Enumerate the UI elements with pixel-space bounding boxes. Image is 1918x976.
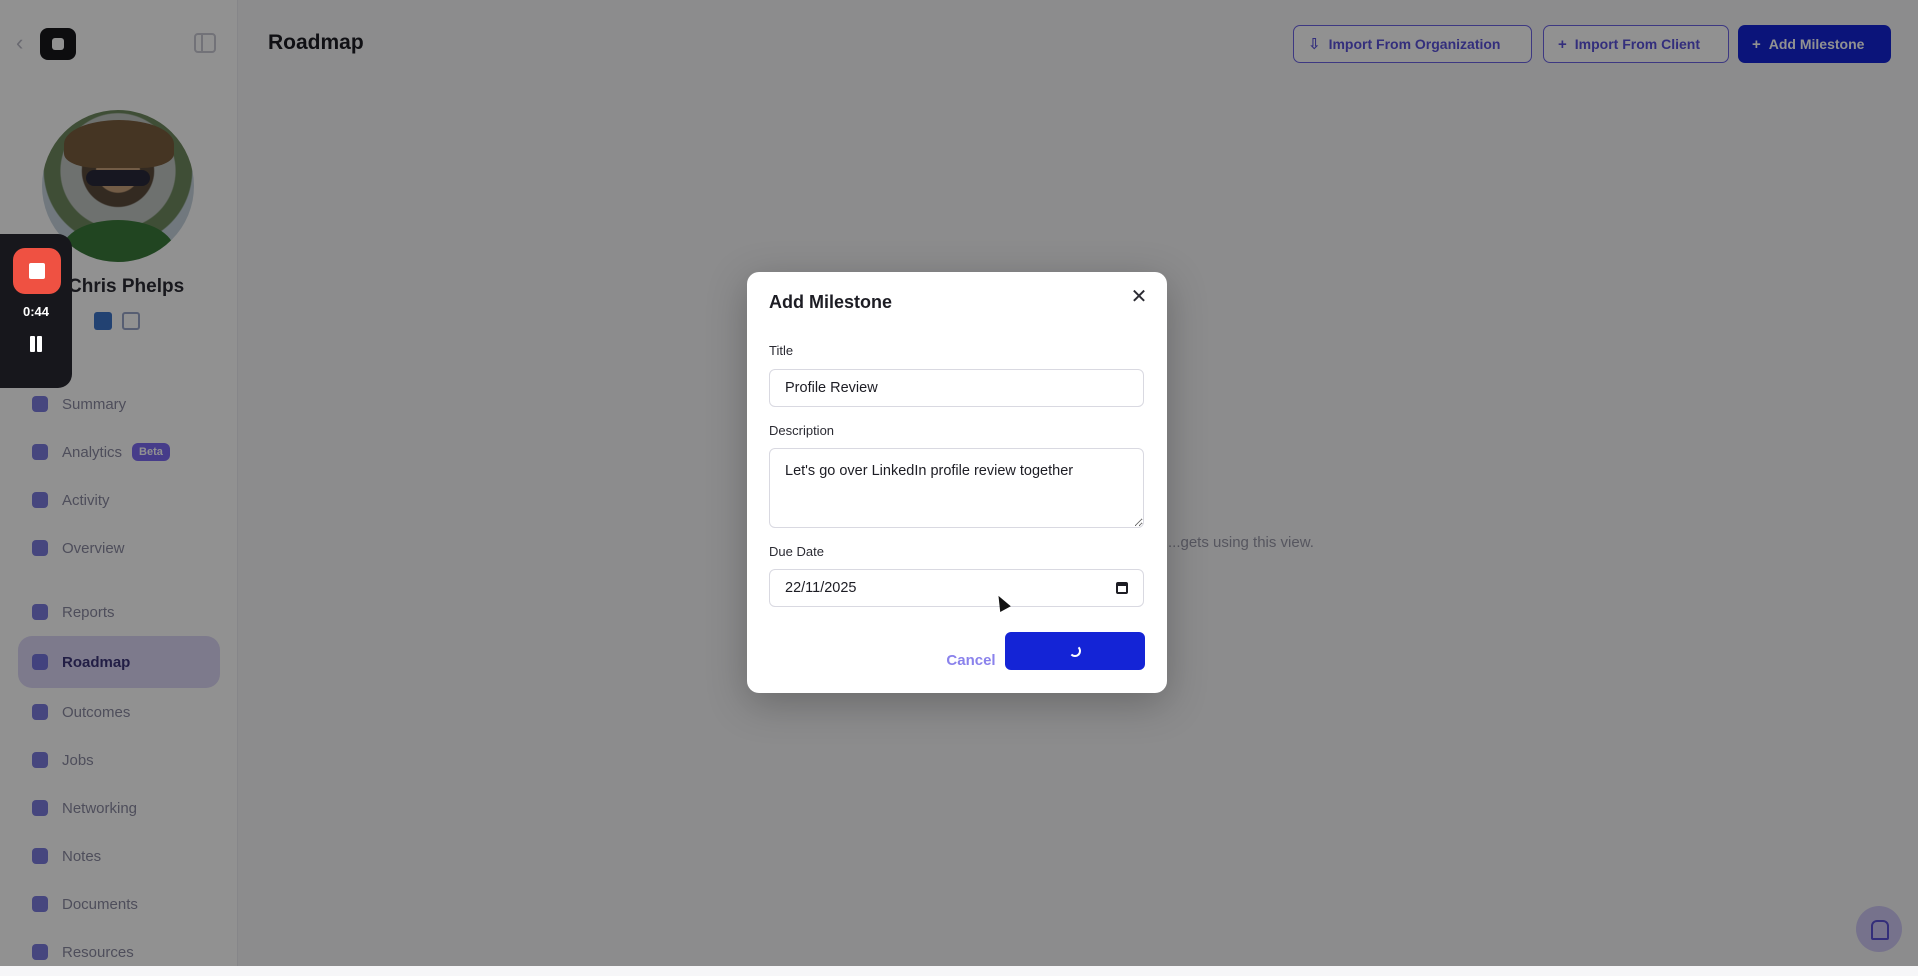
close-icon[interactable]: ✕ — [1127, 285, 1151, 309]
due-date-label: Due Date — [769, 544, 824, 559]
description-textarea[interactable]: Let's go over LinkedIn profile review to… — [769, 448, 1144, 528]
title-input[interactable] — [769, 369, 1144, 407]
stop-recording-button[interactable] — [13, 248, 61, 294]
recording-timer: 0:44 — [0, 304, 72, 319]
due-date-input[interactable]: 22/11/2025 — [769, 569, 1144, 607]
title-label: Title — [769, 343, 793, 358]
add-milestone-dialog: Add Milestone ✕ Title Description Let's … — [747, 272, 1167, 693]
screen-recorder-widget: 0:44 — [0, 234, 72, 388]
calendar-icon[interactable] — [1116, 582, 1128, 594]
dialog-title: Add Milestone — [769, 292, 892, 313]
submit-button[interactable] — [1005, 632, 1145, 670]
pause-icon[interactable] — [26, 334, 46, 354]
due-date-value: 22/11/2025 — [785, 580, 857, 596]
loading-spinner-icon — [1069, 645, 1081, 657]
description-label: Description — [769, 423, 834, 438]
app-root: ‹ Chris Phelps Summary Analytics Beta — [0, 0, 1918, 966]
